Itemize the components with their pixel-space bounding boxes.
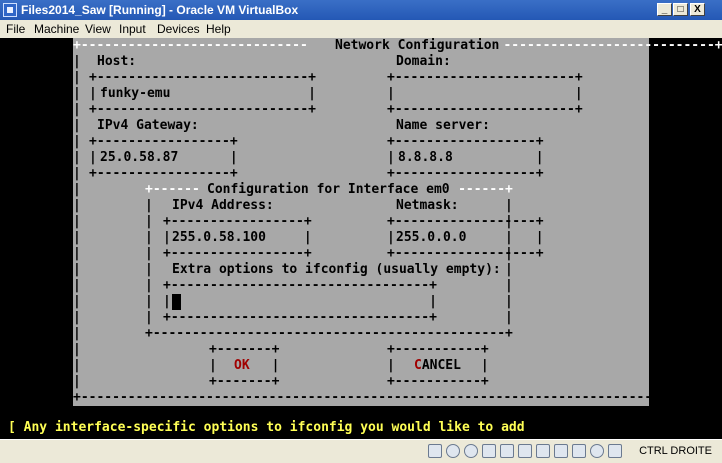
domain-box-top: +-----------------------+ (387, 70, 583, 85)
nameserver-box-bottom: +------------------+ (387, 166, 544, 181)
host-label: Host: (97, 54, 137, 69)
extra-box-mid: | | (163, 294, 437, 309)
nameserver-label: Name server: (396, 118, 490, 133)
ipv4-label: IPv4 Address: (172, 198, 274, 213)
cancel-hotkey: C (414, 358, 422, 373)
frame-row: | | (73, 54, 700, 69)
close-button[interactable]: X (690, 3, 705, 16)
status-tray: CTRL DROITE (0, 439, 722, 463)
frame-bottom: +---------------------------------------… (73, 390, 700, 405)
window-title: Files2014_Saw [Running] - Oracle VM Virt… (21, 3, 299, 17)
domain-box-bottom: +-----------------------+ (387, 102, 583, 117)
status-line: [ Any interface-specific options to ifco… (0, 420, 722, 436)
menu-view[interactable]: View (85, 22, 111, 36)
virtualization-icon[interactable] (572, 444, 586, 458)
virtualbox-icon (3, 3, 17, 17)
domain-label: Domain: (396, 54, 451, 69)
gateway-box-top: +-----------------+ (89, 134, 238, 149)
ok-button-bottom: +-------+ (209, 374, 280, 389)
status-text: [ Any interface-specific options to ifco… (8, 420, 525, 435)
host-box-bottom: +---------------------------+ (89, 102, 316, 117)
domain-box-mid: | | (387, 86, 583, 101)
window-titlebar: Files2014_Saw [Running] - Oracle VM Virt… (0, 0, 722, 21)
optical-drive-icon[interactable] (446, 444, 460, 458)
host-box-top: +---------------------------+ (89, 70, 316, 85)
minimize-button[interactable]: _ (657, 3, 672, 16)
display-icon[interactable] (536, 444, 550, 458)
mouse-integration-icon[interactable] (590, 444, 604, 458)
text-cursor (172, 294, 181, 310)
iface-title: Configuration for Interface em0 (204, 182, 453, 198)
dialog-title: Network Configuration (332, 38, 503, 54)
extra-options-label: Extra options to ifconfig (usually empty… (172, 262, 501, 277)
network-config-dialog: +----------------------------- ---------… (73, 38, 722, 406)
ipv4-input[interactable]: 255.0.58.100 (172, 230, 266, 246)
cancel-label: ANCEL (421, 358, 461, 373)
usb-icon[interactable] (500, 444, 514, 458)
iface-frame-bottom: +---------------------------------------… (145, 326, 513, 341)
shared-folders-icon[interactable] (518, 444, 532, 458)
network-icon[interactable] (482, 444, 496, 458)
video-capture-icon[interactable] (554, 444, 568, 458)
nameserver-input[interactable]: 8.8.8.8 (398, 150, 453, 166)
ok-button-top: +-------+ (209, 342, 280, 357)
menu-file[interactable]: File (6, 22, 25, 36)
cancel-button[interactable]: CANCEL (414, 358, 461, 374)
menu-bar: File Machine View Input Devices Help (0, 20, 722, 39)
maximize-button[interactable]: □ (673, 3, 688, 16)
gateway-box-bottom: +-----------------+ (89, 166, 238, 181)
menu-devices[interactable]: Devices (157, 22, 200, 36)
audio-icon[interactable] (464, 444, 478, 458)
menu-help[interactable]: Help (206, 22, 231, 36)
host-key-label: CTRL DROITE (639, 445, 712, 457)
keyboard-capture-icon[interactable] (608, 444, 622, 458)
netmask-input[interactable]: 255.0.0.0 (396, 230, 466, 246)
netmask-box-top: +------------------+ (387, 214, 544, 229)
ok-button[interactable]: OK (234, 358, 250, 374)
ok-label: K (241, 358, 250, 373)
gateway-input[interactable]: 25.0.58.87 (100, 150, 178, 166)
ok-hotkey: O (234, 358, 242, 373)
cancel-button-bottom: +-----------+ (387, 374, 489, 389)
nameserver-box-top: +------------------+ (387, 134, 544, 149)
menu-input[interactable]: Input (119, 22, 146, 36)
netmask-box-bottom: +------------------+ (387, 246, 544, 261)
gateway-label: IPv4 Gateway: (97, 118, 199, 133)
extra-box-bottom: +---------------------------------+ (163, 310, 437, 325)
host-input[interactable]: funky-emu (100, 86, 170, 102)
cancel-button-top: +-----------+ (387, 342, 489, 357)
ipv4-box-bottom: +-----------------+ (163, 246, 312, 261)
hard-disk-icon[interactable] (428, 444, 442, 458)
netmask-label: Netmask: (396, 198, 459, 213)
menu-machine[interactable]: Machine (34, 22, 79, 36)
extra-box-top: +---------------------------------+ (163, 278, 437, 293)
ipv4-box-top: +-----------------+ (163, 214, 312, 229)
vm-console[interactable]: +----------------------------- ---------… (0, 38, 722, 439)
